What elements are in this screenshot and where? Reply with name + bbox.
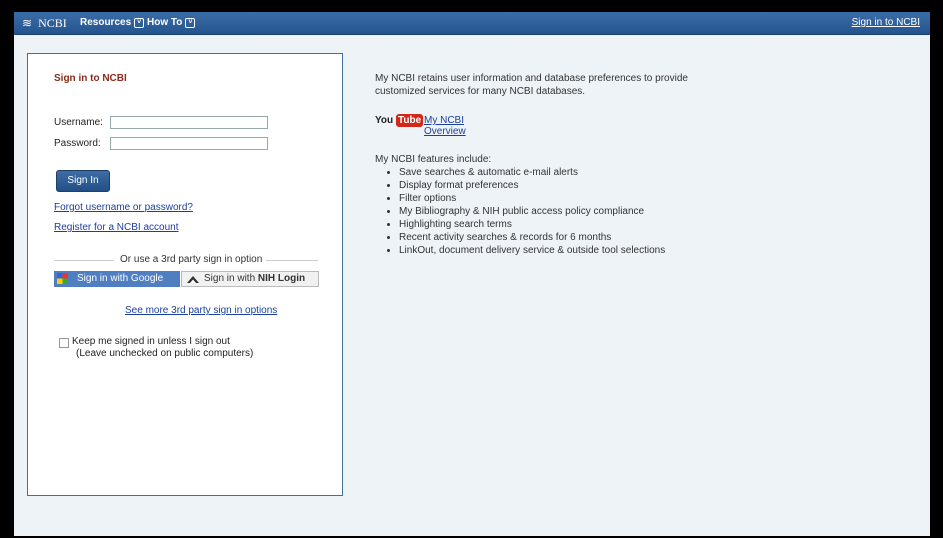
intro-text: My NCBI retains user information and dat…: [375, 73, 688, 97]
youtube-tube-text: Tube: [396, 114, 424, 127]
divider-left: [54, 260, 114, 261]
nih-login-icon: [187, 276, 199, 283]
keep-signed-in-note: (Leave unchecked on public computers): [76, 348, 254, 359]
ncbi-helix-icon: ≋: [22, 16, 33, 30]
list-item: Filter options: [399, 192, 665, 205]
browser-window: ≋ NCBI Resources ˅ How To ˅ Sign in to NCB…: [14, 12, 930, 536]
overview-link[interactable]: My NCBI Overview: [424, 115, 466, 137]
chevron-down-icon: ˅: [185, 18, 196, 28]
list-item: Highlighting search terms: [399, 218, 665, 231]
forgot-password-link[interactable]: Forgot username or password?: [54, 202, 193, 213]
youtube-logo-icon[interactable]: You Tube: [375, 114, 424, 129]
list-item: Display format preferences: [399, 179, 665, 192]
ncbi-logo[interactable]: ≋ NCBI: [22, 16, 67, 31]
google-button-label: Sign in with Google: [77, 273, 164, 284]
register-link[interactable]: Register for a NCBI account: [54, 222, 179, 233]
nih-button-bold: NIH Login: [257, 273, 306, 284]
sign-in-button[interactable]: Sign In: [56, 170, 110, 192]
howto-menu-label: How To: [147, 17, 183, 28]
screen-frame: ≋ NCBI Resources ˅ How To ˅ Sign in to NCB…: [0, 0, 943, 538]
resources-menu[interactable]: Resources ˅: [80, 17, 145, 28]
google-icon: [57, 273, 68, 284]
nih-button-label: Sign in with NIH Login: [204, 272, 305, 286]
google-sign-in-button[interactable]: Sign in with Google: [54, 271, 180, 287]
features-heading: My NCBI features include:: [375, 154, 492, 165]
keep-signed-in-label: Keep me signed in unless I sign out: [72, 336, 230, 347]
youtube-you-text: You: [375, 115, 394, 126]
sign-in-link[interactable]: Sign in to NCBI: [852, 17, 920, 28]
chevron-down-icon: ˅: [134, 18, 145, 28]
nih-sign-in-button[interactable]: Sign in with NIH Login: [181, 271, 319, 287]
list-item: Recent activity searches & records for 6…: [399, 231, 665, 244]
more-options-link[interactable]: See more 3rd party sign in options: [125, 305, 277, 316]
password-label: Password:: [54, 138, 101, 149]
username-input[interactable]: [110, 116, 268, 129]
nih-button-prefix: Sign in with: [204, 273, 258, 284]
list-item: Save searches & automatic e-mail alerts: [399, 166, 665, 179]
password-input[interactable]: [110, 137, 268, 150]
login-panel: Sign in to NCBI Username: Password: Sign…: [27, 53, 343, 496]
top-navigation-bar: ≋ NCBI Resources ˅ How To ˅ Sign in to NCB…: [14, 12, 930, 35]
username-label: Username:: [54, 117, 103, 128]
resources-menu-label: Resources: [80, 17, 132, 28]
brand-text: NCBI: [38, 16, 67, 30]
features-list: Save searches & automatic e-mail alerts …: [385, 166, 665, 257]
login-panel-title: Sign in to NCBI: [54, 73, 127, 84]
keep-signed-in-checkbox[interactable]: [59, 338, 69, 348]
list-item: LinkOut, document delivery service & out…: [399, 244, 665, 257]
third-party-divider-text: Or use a 3rd party sign in option: [116, 254, 267, 265]
list-item: My Bibliography & NIH public access poli…: [399, 205, 665, 218]
howto-menu[interactable]: How To ˅: [147, 17, 196, 28]
divider-right: [260, 260, 318, 261]
